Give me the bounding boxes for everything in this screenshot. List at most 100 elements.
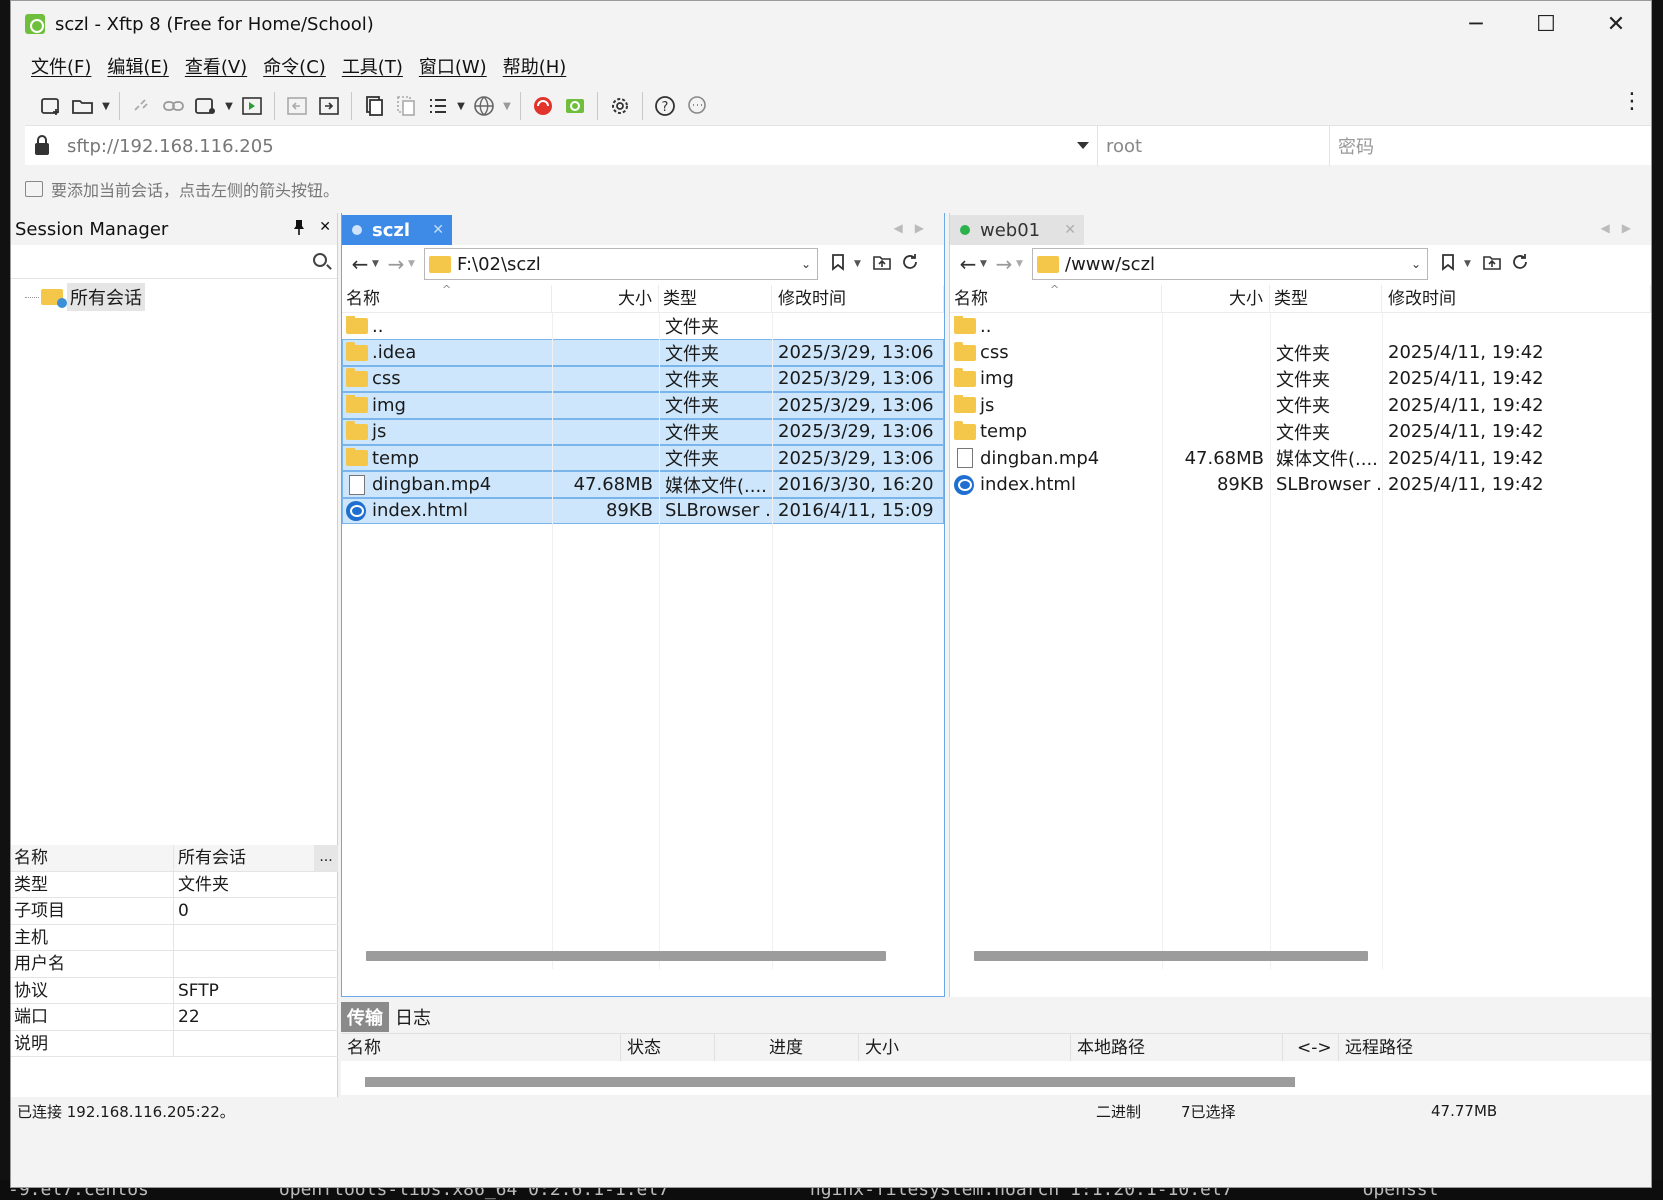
tab-log[interactable]: 日志	[389, 1002, 437, 1032]
title-bar[interactable]: sczl - Xftp 8 (Free for Home/School) ─ ☐…	[11, 1, 1651, 47]
column-header-status[interactable]: 状态	[621, 1034, 715, 1061]
chevron-down-icon[interactable]: ▼	[980, 259, 992, 269]
column-header-size[interactable]: 大小	[552, 285, 659, 312]
more-button[interactable]: ...	[314, 845, 338, 871]
file-row[interactable]: dingban.mp4 47.68MB 媒体文件(.... 2016/3/30, 16…	[342, 471, 944, 498]
remote-path-input[interactable]: /www/sczl ⌄	[1032, 248, 1428, 280]
xshell-icon[interactable]	[527, 90, 559, 122]
column-header-direction[interactable]: <->	[1283, 1034, 1339, 1061]
back-arrow-icon[interactable]: ←	[956, 252, 980, 276]
globe-icon[interactable]	[468, 90, 500, 122]
file-row[interactable]: index.html 89KB SLBrowser ... 2016/4/11, 15…	[342, 497, 944, 525]
chevron-down-icon[interactable]: ▼	[500, 101, 514, 112]
add-session-icon[interactable]	[25, 181, 43, 197]
help-icon[interactable]: ?	[649, 90, 681, 122]
bookmark-icon[interactable]	[826, 253, 850, 276]
forward-arrow-icon[interactable]: →	[384, 252, 408, 276]
new-window-icon[interactable]	[190, 90, 222, 122]
menu-help[interactable]: 帮助(H)	[503, 53, 567, 79]
pin-icon[interactable]	[293, 219, 305, 239]
refresh-icon[interactable]	[898, 252, 922, 277]
column-header-name[interactable]: 名称	[341, 1034, 621, 1061]
bookmark-icon[interactable]	[1436, 253, 1460, 276]
close-icon[interactable]: ✕	[319, 219, 331, 239]
new-session-icon[interactable]	[35, 90, 67, 122]
refresh-icon[interactable]	[1508, 252, 1532, 277]
column-header-modified[interactable]: 修改时间	[1382, 285, 1651, 312]
tab-scroll-arrows[interactable]: ◀▶	[1601, 221, 1643, 235]
chevron-down-icon[interactable]: ⌄	[801, 257, 811, 271]
file-row[interactable]: js 文件夹 2025/4/11, 19:42	[950, 392, 1651, 418]
file-row[interactable]: ..	[950, 313, 1651, 339]
file-row[interactable]: .idea 文件夹 2025/3/29, 13:06	[342, 339, 944, 366]
column-header-progress[interactable]: 进度	[715, 1034, 859, 1061]
open-folder-icon[interactable]	[67, 90, 99, 122]
chevron-down-icon[interactable]: ▼	[408, 259, 420, 269]
local-horizontal-scrollbar[interactable]	[366, 951, 886, 961]
column-header-modified[interactable]: 修改时间	[772, 285, 944, 312]
chevron-down-icon[interactable]	[1077, 142, 1089, 149]
transfer-left-icon[interactable]	[281, 90, 313, 122]
local-path-input[interactable]: F:\02\sczl ⌄	[424, 248, 818, 280]
list-view-icon[interactable]	[422, 90, 454, 122]
tab-transfer[interactable]: 传输	[341, 1002, 389, 1032]
copy-icon[interactable]	[358, 90, 390, 122]
file-row[interactable]: index.html 89KB SLBrowser ... 2025/4/11, 19…	[950, 471, 1651, 497]
maximize-button[interactable]: ☐	[1511, 1, 1581, 47]
search-icon[interactable]	[313, 253, 327, 267]
file-row[interactable]: dingban.mp4 47.68MB 媒体文件(.... 2025/4/11, 19…	[950, 445, 1651, 471]
file-row[interactable]: css 文件夹 2025/4/11, 19:42	[950, 339, 1651, 365]
parent-folder-icon[interactable]	[870, 253, 894, 276]
disconnect-icon[interactable]	[126, 90, 158, 122]
password-field[interactable]: 密码	[1330, 126, 1651, 166]
link-icon[interactable]	[158, 90, 190, 122]
menu-edit[interactable]: 编辑(E)	[107, 53, 168, 79]
chevron-down-icon[interactable]: ▼	[454, 101, 468, 112]
column-header-type[interactable]: 类型	[659, 285, 772, 312]
settings-icon[interactable]	[604, 90, 636, 122]
chevron-down-icon[interactable]: ▼	[372, 259, 384, 269]
file-row[interactable]: js 文件夹 2025/3/29, 13:06	[342, 418, 944, 445]
back-arrow-icon[interactable]: ←	[348, 252, 372, 276]
paste-icon[interactable]	[390, 90, 422, 122]
chevron-down-icon[interactable]: ⌄	[1411, 257, 1421, 271]
chevron-down-icon[interactable]: ▼	[1016, 259, 1028, 269]
column-header-size[interactable]: 大小	[1162, 285, 1270, 312]
chevron-down-icon[interactable]: ▼	[854, 259, 866, 269]
file-row[interactable]: temp 文件夹 2025/3/29, 13:06	[342, 444, 944, 472]
file-row[interactable]: temp 文件夹 2025/4/11, 19:42	[950, 419, 1651, 445]
tab-sczl[interactable]: sczl ✕	[342, 215, 452, 245]
transfer-horizontal-scrollbar[interactable]	[365, 1077, 1295, 1087]
session-search-input[interactable]	[11, 245, 337, 279]
chat-icon[interactable]	[681, 90, 713, 122]
more-options-icon[interactable]: ⋮	[1621, 89, 1643, 114]
chevron-down-icon[interactable]: ▼	[99, 101, 113, 112]
chevron-down-icon[interactable]: ▼	[1464, 259, 1476, 269]
menu-file[interactable]: 文件(F)	[31, 53, 91, 79]
remote-horizontal-scrollbar[interactable]	[974, 951, 1368, 961]
minimize-button[interactable]: ─	[1441, 1, 1511, 47]
username-field[interactable]: root	[1098, 126, 1330, 166]
file-row[interactable]: img 文件夹 2025/3/29, 13:06	[342, 392, 944, 419]
transfer-right-icon[interactable]	[313, 90, 345, 122]
tree-item-all-sessions[interactable]: 所有会话	[25, 283, 145, 311]
parent-folder-icon[interactable]	[1480, 253, 1504, 276]
column-header-local-path[interactable]: 本地路径	[1071, 1034, 1283, 1061]
column-header-remote-path[interactable]: 远程路径	[1339, 1034, 1651, 1061]
file-row[interactable]: css 文件夹 2025/3/29, 13:06	[342, 365, 944, 393]
tab-scroll-arrows[interactable]: ◀▶	[894, 221, 936, 235]
close-icon[interactable]: ✕	[1064, 222, 1076, 238]
forward-arrow-icon[interactable]: →	[992, 252, 1016, 276]
column-header-type[interactable]: 类型	[1270, 285, 1382, 312]
menu-view[interactable]: 查看(V)	[185, 53, 247, 79]
column-header-size[interactable]: 大小	[859, 1034, 1071, 1061]
chevron-down-icon[interactable]: ▼	[222, 101, 236, 112]
close-icon[interactable]: ✕	[432, 222, 444, 238]
close-button[interactable]: ✕	[1581, 1, 1651, 47]
menu-command[interactable]: 命令(C)	[263, 53, 326, 79]
xftp-icon[interactable]	[559, 90, 591, 122]
host-address-field[interactable]: sftp://192.168.116.205	[25, 126, 1098, 166]
menu-tools[interactable]: 工具(T)	[342, 53, 403, 79]
file-row[interactable]: .. 文件夹	[342, 313, 944, 339]
tab-web01[interactable]: web01 ✕	[950, 215, 1084, 245]
